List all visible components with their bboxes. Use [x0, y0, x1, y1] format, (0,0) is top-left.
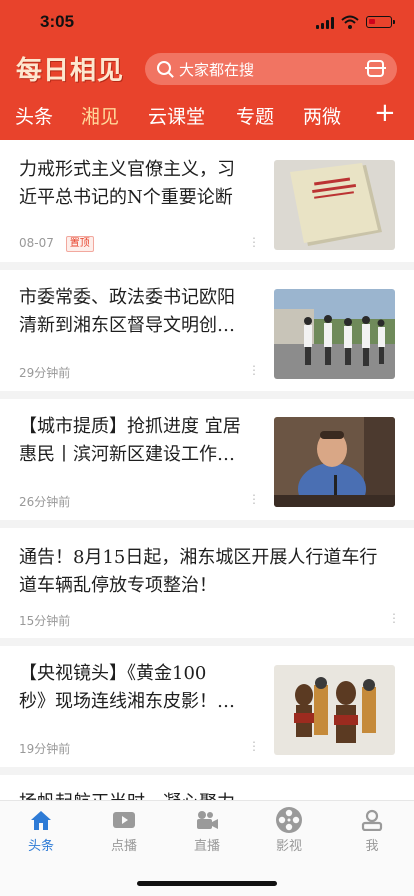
cellular-signal-icon	[316, 17, 334, 29]
search-bar[interactable]: 大家都在搜	[145, 53, 397, 85]
pinned-badge: 置顶	[65, 236, 94, 252]
news-item[interactable]: 力戒形式主义官僚主义，习 近平总书记的N个重要论断 08-07 置顶 ⋮	[0, 140, 414, 270]
news-item[interactable]: 通告！8月15日起，湘东城区开展人行道车行 道车辆乱停放专项整治！ 15分钟前 ⋮	[0, 528, 414, 646]
nav-toutiao[interactable]: 头条	[11, 809, 71, 854]
app-header: 3:05 每日相见 大家都在搜 头条 湘见 云课堂 专题 两微 +	[0, 0, 414, 140]
news-item[interactable]: 市委常委、政法委书记欧阳 清新到湘东区督导文明创… 29分钟前 ⋮	[0, 270, 414, 399]
nav-dianbo[interactable]: 点播	[94, 809, 154, 854]
add-channel-button[interactable]: +	[374, 98, 396, 128]
status-time: 3:05	[40, 12, 75, 31]
news-item[interactable]: 【城市提质】抢抓进度 宜居 惠民丨滨河新区建设工作… 26分钟前 ⋮	[0, 399, 414, 528]
channel-tabs: 头条 湘见 云课堂 专题 两微 +	[0, 96, 414, 138]
camera-icon	[197, 811, 218, 829]
more-options-icon[interactable]: ⋮	[248, 739, 260, 753]
home-icon	[31, 811, 51, 830]
nav-label: 直播	[193, 839, 220, 854]
tab-liangwei[interactable]: 两微	[303, 102, 341, 129]
film-reel-icon	[276, 807, 302, 833]
news-time: 15分钟前	[19, 614, 71, 628]
news-time: 29分钟前	[19, 366, 71, 380]
news-time: 26分钟前	[19, 495, 71, 509]
search-placeholder: 大家都在搜	[179, 61, 255, 79]
news-title: 市委常委、政法委书记欧阳 清新到湘东区督导文明创…	[19, 287, 235, 336]
nav-zhibo[interactable]: 直播	[177, 809, 237, 854]
app-logo: 每日相见	[16, 56, 125, 86]
news-title: 力戒形式主义官僚主义，习 近平总书记的N个重要论断	[19, 159, 235, 208]
tab-xiangjian[interactable]: 湘见	[81, 102, 119, 129]
tab-zhuanti[interactable]: 专题	[236, 102, 274, 129]
nav-me[interactable]: 我	[342, 809, 402, 854]
nav-yingshi[interactable]: 影视	[259, 807, 319, 854]
officials-walking-thumbnail	[274, 289, 395, 379]
news-time: 19分钟前	[19, 742, 71, 756]
battery-icon	[366, 16, 395, 28]
more-options-icon[interactable]: ⋮	[248, 492, 260, 506]
news-list: 力戒形式主义官僚主义，习 近平总书记的N个重要论断 08-07 置顶 ⋮ 市委常委…	[0, 140, 414, 815]
meeting-speaker-thumbnail	[274, 417, 395, 507]
more-options-icon[interactable]: ⋮	[388, 611, 400, 625]
news-title: 【央视镜头】《黄金100 秒》现场连线湘东皮影！…	[19, 663, 235, 712]
more-options-icon[interactable]: ⋮	[248, 363, 260, 377]
status-bar: 3:05	[0, 0, 414, 44]
home-indicator[interactable]	[137, 881, 277, 886]
more-options-icon[interactable]: ⋮	[248, 235, 260, 249]
tab-yunketang[interactable]: 云课堂	[148, 102, 205, 129]
user-icon	[361, 809, 383, 831]
shadow-puppets-thumbnail	[274, 665, 395, 755]
news-date: 08-07	[19, 236, 54, 250]
nav-label: 影视	[275, 839, 302, 854]
news-item[interactable]: 【央视镜头】《黄金100 秒》现场连线湘东皮影！… 19分钟前 ⋮	[0, 646, 414, 775]
news-title: 通告！8月15日起，湘东城区开展人行道车行 道车辆乱停放专项整治！	[19, 547, 378, 596]
tab-toutiao[interactable]: 头条	[15, 102, 53, 129]
wifi-icon	[341, 15, 359, 29]
book-cover-thumbnail	[274, 160, 395, 250]
search-icon	[157, 61, 171, 75]
scan-icon[interactable]	[365, 60, 386, 77]
nav-label: 点播	[110, 839, 137, 854]
news-meta: 08-07 置顶	[19, 236, 94, 252]
news-title: 【城市提质】抢抓进度 宜居 惠民丨滨河新区建设工作…	[19, 416, 241, 465]
nav-label: 我	[365, 839, 379, 854]
nav-label: 头条	[27, 839, 54, 854]
play-icon	[113, 812, 135, 828]
